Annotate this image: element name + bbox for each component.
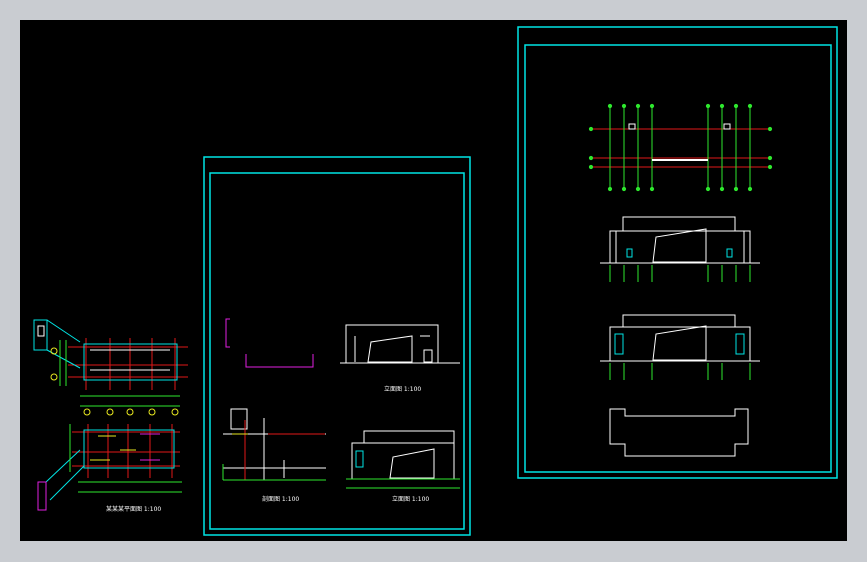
left-plan-2 [37, 424, 182, 511]
right-elevation-2 [600, 314, 760, 380]
middle-magenta-detail [225, 318, 314, 368]
left-plan-title: 某某某平面图 1:100 [106, 506, 162, 513]
cad-model-space[interactable]: 某某某平面图 1:100 立面图 1:100 剖面图 1:100 立面图 1:1… [20, 20, 847, 541]
middle-elevation-b [346, 430, 460, 489]
middle-section [222, 408, 326, 481]
middle-elevation-a-title: 立面图 1:100 [384, 386, 422, 393]
right-elevation-1 [600, 216, 760, 282]
left-plan-1 [33, 319, 188, 416]
right-plan-grid [588, 103, 773, 192]
right-roof-plan [609, 408, 749, 457]
middle-elevation-a [340, 324, 460, 364]
sheet-right-frame [517, 26, 838, 479]
middle-elevation-b-title: 立面图 1:100 [392, 496, 430, 503]
middle-section-title: 剖面图 1:100 [262, 496, 300, 503]
drawing-layer [33, 26, 838, 536]
